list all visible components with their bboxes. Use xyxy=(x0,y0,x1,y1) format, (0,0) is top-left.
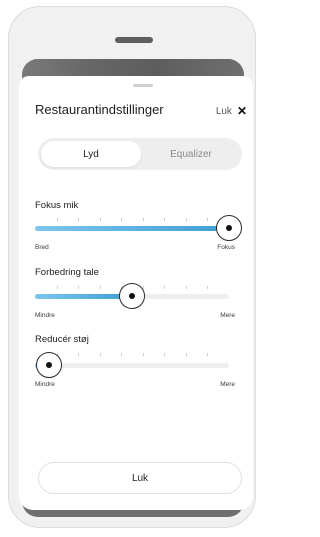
slider-thumb-dot xyxy=(226,225,232,231)
close-footer-button[interactable]: Luk xyxy=(38,462,242,494)
slider-tick xyxy=(164,286,165,289)
slider-tick xyxy=(78,286,79,289)
close-button-label: Luk xyxy=(215,105,232,117)
slider-tick xyxy=(100,286,101,289)
slider-thumb-forbedring-tale[interactable] xyxy=(119,283,145,309)
slider-tick xyxy=(100,218,101,221)
slider-tick xyxy=(207,218,208,221)
slider-track-fokus-mik[interactable] xyxy=(35,226,229,231)
slider-tick xyxy=(164,353,165,356)
slider-label-forbedring-tale: Forbedring tale xyxy=(35,267,99,278)
slider-ticks xyxy=(35,218,229,221)
slider-thumb-fokus-mik[interactable] xyxy=(216,215,242,241)
segmented-control: Lyd Equalizer xyxy=(38,138,242,170)
sheet-title: Restaurantindstillinger xyxy=(35,102,164,117)
slider-tick xyxy=(78,218,79,221)
slider-tick xyxy=(207,353,208,356)
slider-fill xyxy=(35,294,132,299)
slider-thumb-dot xyxy=(129,293,135,299)
slider-tick xyxy=(164,218,165,221)
slider-max-label: Mere xyxy=(220,381,235,388)
slider-min-label: Bred xyxy=(35,244,49,251)
slider-thumb-dot xyxy=(45,362,52,368)
slider-fill xyxy=(35,226,229,231)
slider-tick xyxy=(121,353,122,356)
slider-track-reducer-stoj[interactable] xyxy=(35,363,229,368)
slider-tick xyxy=(121,218,122,221)
slider-tick xyxy=(186,286,187,289)
close-button[interactable]: Luk ✕ xyxy=(216,103,247,119)
slider-min-label: Mindre xyxy=(35,312,55,319)
slider-tick xyxy=(143,353,144,356)
slider-tick xyxy=(207,286,208,289)
tab-equalizer[interactable]: Equalizer xyxy=(142,141,240,167)
slider-tick xyxy=(57,218,58,221)
sheet-drag-handle[interactable] xyxy=(133,84,153,87)
slider-label-reducer-stoj: Reducér støj xyxy=(35,334,89,345)
slider-tick xyxy=(186,218,187,221)
settings-sheet: Restaurantindstillinger Luk ✕ Lyd Equali… xyxy=(19,76,253,510)
tab-lyd[interactable]: Lyd xyxy=(41,141,141,167)
slider-tick xyxy=(78,353,79,356)
slider-ticks xyxy=(35,353,229,356)
close-icon: ✕ xyxy=(236,104,247,118)
slider-tick xyxy=(57,286,58,289)
slider-max-label: Fokus xyxy=(217,244,235,251)
slider-tick xyxy=(100,353,101,356)
slider-thumb-reducer-stoj[interactable] xyxy=(35,352,62,378)
slider-tick xyxy=(186,353,187,356)
slider-tick xyxy=(143,218,144,221)
slider-min-label: Mindre xyxy=(35,381,55,388)
slider-max-label: Mere xyxy=(220,312,235,319)
slider-label-fokus-mik: Fokus mik xyxy=(35,200,79,211)
speaker-grille xyxy=(115,37,153,43)
